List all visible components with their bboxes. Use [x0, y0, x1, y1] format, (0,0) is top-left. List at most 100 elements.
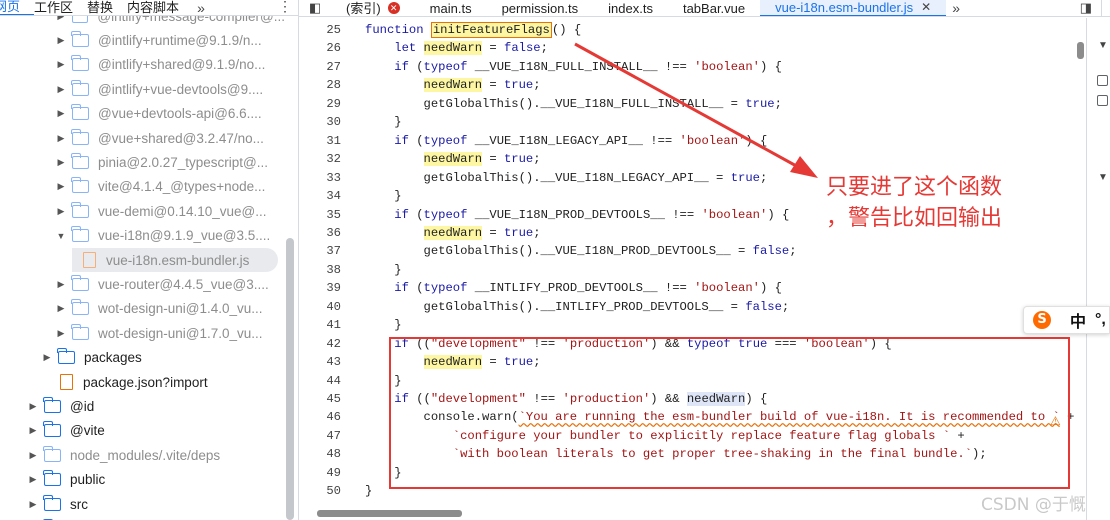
line-number[interactable]: 43: [299, 355, 341, 369]
line-number[interactable]: 36: [299, 226, 341, 240]
code-line[interactable]: }: [365, 189, 401, 203]
chevron-right-icon[interactable]: ▶: [27, 474, 39, 485]
chevron-right-icon[interactable]: ▶: [27, 401, 39, 412]
line-number[interactable]: 29: [299, 97, 341, 111]
chevron-right-icon[interactable]: ▶: [55, 133, 67, 144]
chevron-right-icon[interactable]: ▶: [55, 279, 67, 290]
line-number[interactable]: 30: [299, 115, 341, 129]
line-number[interactable]: 26: [299, 41, 341, 55]
line-number[interactable]: 38: [299, 263, 341, 277]
tree-folder-item[interactable]: ▶ @vue+devtools-api@6.6....: [0, 102, 285, 126]
code-line[interactable]: if (typeof __VUE_I18N_LEGACY_API__ !== '…: [365, 134, 767, 148]
tree-folder-item[interactable]: ▶ wot-design-uni@1.4.0_vu...: [0, 297, 285, 321]
editor-tab-index-ts[interactable]: index.ts: [593, 1, 668, 16]
chevron-right-icon[interactable]: ▶: [55, 16, 67, 22]
chevron-right-icon[interactable]: ▶: [55, 84, 67, 95]
code-line[interactable]: getGlobalThis().__VUE_I18N_FULL_INSTALL_…: [365, 97, 782, 111]
tree-folder-item[interactable]: ▶ @intlify+runtime@9.1.9/n...: [0, 28, 285, 52]
code-line[interactable]: if (typeof __INTLIFY_PROD_DEVTOOLS__ !==…: [365, 281, 782, 295]
tab-workspace[interactable]: 工作区: [34, 0, 87, 15]
more-tabs-chevron-icon[interactable]: »: [193, 0, 205, 15]
code-line[interactable]: getGlobalThis().__VUE_I18N_LEGACY_API__ …: [365, 171, 768, 185]
line-number[interactable]: 42: [299, 337, 341, 351]
section-caret-icon[interactable]: ▼: [1098, 172, 1108, 183]
toggle-debugger-icon[interactable]: ◨: [1080, 0, 1092, 16]
navigator-scrollbar[interactable]: [286, 238, 294, 520]
tree-folder-item[interactable]: ▶ @id: [0, 394, 285, 418]
chevron-right-icon[interactable]: ▶: [55, 35, 67, 46]
line-number[interactable]: 28: [299, 78, 341, 92]
navigator-menu-icon[interactable]: ⋮: [278, 0, 292, 15]
tree-folder-item[interactable]: ▶ pinia@2.0.27_typescript@...: [0, 150, 285, 174]
tree-folder-item[interactable]: ▶ node_modules/.vite/deps: [0, 443, 285, 467]
code-line[interactable]: if (typeof __VUE_I18N_FULL_INSTALL__ !==…: [365, 60, 782, 74]
line-number[interactable]: 44: [299, 374, 341, 388]
line-number[interactable]: 40: [299, 300, 341, 314]
editor-horizontal-scroll-thumb[interactable]: [317, 510, 462, 517]
code-line[interactable]: needWarn = true;: [365, 78, 541, 93]
collapse-caret-icon[interactable]: ▼: [1098, 40, 1108, 51]
tree-folder-item[interactable]: ▶static: [0, 516, 285, 520]
editor-tab-vue-i18n-bundler[interactable]: vue-i18n.esm-bundler.js ✕: [760, 0, 947, 16]
tree-folder-item[interactable]: ▶ vite@4.1.4_@types+node...: [0, 175, 285, 199]
code-line[interactable]: needWarn = true;: [365, 225, 541, 240]
chevron-right-icon[interactable]: ▶: [55, 328, 67, 339]
tree-folder-item[interactable]: ▶ @intlify+message-compiler@...: [0, 16, 285, 28]
editor-tab-main-ts[interactable]: main.ts: [415, 1, 487, 16]
line-number[interactable]: 37: [299, 244, 341, 258]
line-number[interactable]: 46: [299, 410, 341, 424]
chevron-right-icon[interactable]: ▶: [55, 108, 67, 119]
code-line[interactable]: needWarn = true;: [365, 152, 541, 167]
code-line[interactable]: function initFeatureFlags() {: [365, 22, 581, 38]
chevron-right-icon[interactable]: ▶: [41, 352, 53, 363]
code-line[interactable]: if (typeof __VUE_I18N_PROD_DEVTOOLS__ !=…: [365, 208, 789, 222]
editor-tab-tabbar-vue[interactable]: tabBar.vue: [668, 1, 760, 16]
line-number[interactable]: 50: [299, 484, 341, 498]
chevron-right-icon[interactable]: ▶: [55, 206, 67, 217]
tree-folder-item[interactable]: ▶ packages: [0, 346, 285, 370]
code-line[interactable]: getGlobalThis().__VUE_I18N_PROD_DEVTOOLS…: [365, 244, 797, 258]
editor-vertical-scrollbar[interactable]: [1076, 18, 1085, 508]
line-number[interactable]: 35: [299, 208, 341, 222]
code-line[interactable]: }: [365, 263, 401, 277]
tab-page[interactable]: 网页: [0, 0, 35, 15]
pause-checkbox[interactable]: [1097, 75, 1108, 86]
editor-tab-index[interactable]: (索引) ✕: [331, 1, 415, 16]
tree-file-item[interactable]: vue-i18n.esm-bundler.js: [72, 248, 278, 272]
tree-folder-item[interactable]: ▶ @intlify+vue-devtools@9....: [0, 77, 285, 101]
editor-scroll-thumb[interactable]: [1077, 42, 1084, 59]
line-number[interactable]: 32: [299, 152, 341, 166]
tree-file-item[interactable]: package.json?import: [0, 370, 285, 394]
toggle-navigator-icon[interactable]: ◧: [299, 0, 331, 16]
code-line[interactable]: getGlobalThis().__INTLIFY_PROD_DEVTOOLS_…: [365, 300, 790, 314]
line-number[interactable]: 31: [299, 134, 341, 148]
close-tab-icon[interactable]: ✕: [921, 0, 931, 15]
line-number[interactable]: 25: [299, 23, 341, 37]
more-editor-tabs-chevron-icon[interactable]: »: [946, 0, 960, 16]
chevron-right-icon[interactable]: ▶: [55, 59, 67, 70]
tree-folder-item[interactable]: ▶ @vue+shared@3.2.47/no...: [0, 126, 285, 150]
tab-overrides[interactable]: 替换: [87, 0, 127, 15]
chevron-down-icon[interactable]: ▼: [55, 231, 67, 241]
code-line[interactable]: }: [365, 115, 401, 129]
line-number[interactable]: 49: [299, 466, 341, 480]
tree-folder-item[interactable]: ▶ vue-router@4.4.5_vue@3....: [0, 272, 285, 296]
tree-folder-item[interactable]: ▶ src: [0, 492, 285, 516]
line-number[interactable]: 47: [299, 429, 341, 443]
line-number[interactable]: 41: [299, 318, 341, 332]
line-number[interactable]: 33: [299, 171, 341, 185]
ime-logo-icon[interactable]: S: [1033, 311, 1051, 329]
line-number[interactable]: 48: [299, 447, 341, 461]
code-line[interactable]: let needWarn = false;: [365, 41, 548, 56]
tab-content-scripts[interactable]: 内容脚本: [127, 0, 193, 15]
line-number[interactable]: 39: [299, 281, 341, 295]
chevron-right-icon[interactable]: ▶: [27, 425, 39, 436]
chevron-right-icon[interactable]: ▶: [55, 181, 67, 192]
editor-tab-permission-ts[interactable]: permission.ts: [487, 1, 594, 16]
chevron-right-icon[interactable]: ▶: [27, 450, 39, 461]
line-number[interactable]: 45: [299, 392, 341, 406]
tree-folder-item[interactable]: ▶ @intlify+shared@9.1.9/no...: [0, 53, 285, 77]
line-number[interactable]: 34: [299, 189, 341, 203]
ime-punct-toggle[interactable]: °,: [1095, 311, 1106, 329]
line-number[interactable]: 27: [299, 60, 341, 74]
